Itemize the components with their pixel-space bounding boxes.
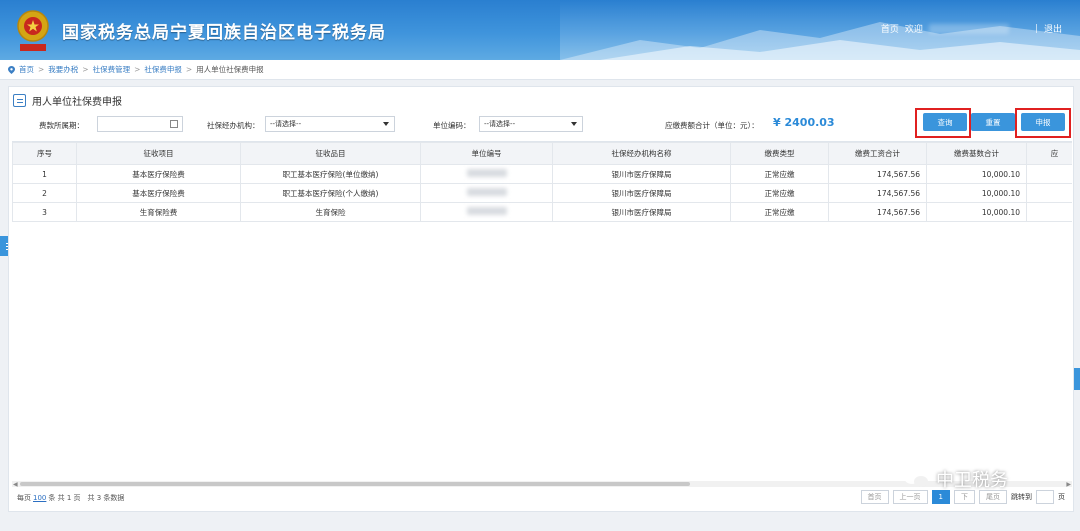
pagination: 首页 上一页 1 下 尾页 跳转到 页 — [860, 490, 1065, 504]
next-page-button[interactable]: 下 — [954, 490, 975, 504]
logout-link[interactable]: 退出 — [1044, 22, 1062, 35]
cell-index: 2 — [12, 183, 77, 203]
table-row[interactable]: 1 基本医疗保险费 职工基本医疗保险(单位缴纳) 银川市医疗保障局 正常应缴 1… — [12, 164, 1072, 184]
cell-base-total: 10,000.10 — [926, 164, 1027, 184]
col-payment-type: 缴费类型 — [730, 142, 829, 165]
site-title: 国家税务总局宁夏回族自治区电子税务局 — [62, 23, 386, 43]
breadcrumb-tax[interactable]: 我要办税 — [48, 64, 78, 75]
cell-agency-name: 银川市医疗保障局 — [552, 202, 731, 222]
cell-unit-number — [420, 164, 553, 184]
wechat-watermark: 中卫税务 — [904, 466, 1008, 492]
cell-truncated — [1026, 164, 1072, 184]
cell-levy-item: 基本医疗保险费 — [76, 164, 241, 184]
cell-wage-total: 174,567.56 — [828, 183, 927, 203]
redacted-value — [466, 207, 507, 215]
chevron-down-icon — [383, 122, 389, 126]
document-icon — [13, 94, 26, 107]
page-summary: 条 共 1 页 共 3 条数据 — [48, 494, 125, 502]
per-page-prefix: 每页 — [17, 494, 31, 502]
reset-button[interactable]: 重置 — [971, 113, 1015, 131]
col-index: 序号 — [12, 142, 77, 165]
site-header: 国家税务总局宁夏回族自治区电子税务局 首页 欢迎 | 退出 — [0, 0, 1080, 60]
watermark-text: 中卫税务 — [936, 470, 1008, 491]
declaration-table: 序号 征收项目 征收品目 单位编号 社保经办机构名称 缴费类型 缴费工资合计 缴… — [12, 141, 1072, 481]
cell-index: 1 — [12, 164, 77, 184]
redacted-value — [466, 169, 507, 177]
cell-unit-number — [420, 183, 553, 203]
cell-wage-total: 174,567.56 — [828, 202, 927, 222]
cell-base-total: 10,000.10 — [926, 202, 1027, 222]
period-label: 费款所属期： — [39, 121, 84, 130]
calendar-icon[interactable] — [170, 120, 178, 128]
col-unit-number: 单位编号 — [420, 142, 553, 165]
scrollbar-thumb[interactable] — [20, 482, 690, 486]
cell-truncated — [1026, 202, 1072, 222]
cell-levy-category: 职工基本医疗保险(单位缴纳) — [240, 164, 421, 184]
agency-label: 社保经办机构： — [207, 121, 260, 130]
total-value: ¥ 2400.03 — [773, 116, 835, 129]
user-name — [928, 23, 1009, 34]
page-unit-label: 页 — [1058, 493, 1065, 501]
breadcrumb-home[interactable]: 首页 — [19, 64, 34, 75]
unit-code-select-value: --请选择-- — [484, 120, 516, 128]
welcome-text: 欢迎 — [904, 25, 923, 35]
total-label: 应缴费额合计（单位：元）： — [665, 121, 759, 130]
cell-truncated — [1026, 183, 1072, 203]
chevron-down-icon — [571, 122, 577, 126]
emblem-icon — [17, 10, 49, 51]
table-footer: 每页 100 条 共 1 页 共 3 条数据 — [17, 493, 124, 503]
cell-levy-item: 基本医疗保险费 — [76, 183, 241, 203]
col-levy-category: 征收品目 — [240, 142, 421, 165]
period-input[interactable] — [97, 116, 183, 132]
scroll-left-icon[interactable]: ◀ — [13, 481, 18, 488]
current-page-button[interactable]: 1 — [931, 490, 950, 504]
scroll-right-icon[interactable]: ▶ — [1066, 481, 1071, 488]
cell-unit-number — [420, 202, 553, 222]
header-links: 首页 欢迎 | 退出 — [881, 22, 1062, 35]
main-panel: 用人单位社保费申报 费款所属期： 社保经办机构： --请选择-- 单位编码： -… — [8, 86, 1074, 512]
cell-index: 3 — [12, 202, 77, 222]
goto-label: 跳转到 — [1011, 493, 1032, 501]
location-pin-icon — [8, 65, 15, 74]
cell-levy-item: 生育保险费 — [76, 202, 241, 222]
cell-payment-type: 正常应缴 — [730, 164, 829, 184]
cell-payment-type: 正常应缴 — [730, 202, 829, 222]
per-page-select[interactable]: 100 — [33, 494, 46, 502]
breadcrumb-current: 用人单位社保费申报 — [196, 65, 264, 74]
col-truncated: 应 — [1026, 142, 1072, 165]
breadcrumb: 首页 > 我要办税 > 社保费管理 > 社保费申报 > 用人单位社保费申报 — [0, 60, 1080, 80]
cell-payment-type: 正常应缴 — [730, 183, 829, 203]
declare-highlight-box — [1015, 108, 1071, 138]
agency-select[interactable]: --请选择-- — [265, 116, 395, 132]
cell-wage-total: 174,567.56 — [828, 164, 927, 184]
panel-title-text: 用人单位社保费申报 — [32, 97, 122, 108]
col-base-total: 缴费基数合计 — [926, 142, 1027, 165]
first-page-button[interactable]: 首页 — [860, 490, 889, 504]
col-levy-item: 征收项目 — [76, 142, 241, 165]
table-header-row: 序号 征收项目 征收品目 单位编号 社保经办机构名称 缴费类型 缴费工资合计 缴… — [12, 142, 1072, 165]
cell-base-total: 10,000.10 — [926, 183, 1027, 203]
home-link[interactable]: 首页 — [881, 22, 899, 35]
unit-code-label: 单位编码： — [433, 121, 471, 130]
last-page-button[interactable]: 尾页 — [979, 490, 1007, 504]
separator: | — [1034, 23, 1038, 34]
cell-agency-name: 银川市医疗保障局 — [552, 183, 731, 203]
panel-title: 用人单位社保费申报 — [13, 93, 122, 108]
breadcrumb-social-insurance[interactable]: 社保费管理 — [93, 64, 131, 75]
table-row[interactable]: 2 基本医疗保险费 职工基本医疗保险(个人缴纳) 银川市医疗保障局 正常应缴 1… — [12, 183, 1072, 203]
table-row[interactable]: 3 生育保险费 生育保险 银川市医疗保障局 正常应缴 174,567.56 10… — [12, 202, 1072, 222]
prev-page-button[interactable]: 上一页 — [892, 490, 928, 504]
breadcrumb-declaration[interactable]: 社保费申报 — [144, 64, 182, 75]
cell-levy-category: 职工基本医疗保险(个人缴纳) — [240, 183, 421, 203]
unit-code-select[interactable]: --请选择-- — [479, 116, 583, 132]
wechat-icon — [904, 469, 930, 489]
goto-page-input[interactable] — [1036, 490, 1054, 504]
cell-agency-name: 银川市医疗保障局 — [552, 164, 731, 184]
cell-levy-category: 生育保险 — [240, 202, 421, 222]
col-agency-name: 社保经办机构名称 — [552, 142, 731, 165]
query-highlight-box — [915, 108, 971, 138]
agency-select-value: --请选择-- — [270, 120, 302, 128]
redacted-value — [466, 188, 507, 196]
col-wage-total: 缴费工资合计 — [828, 142, 927, 165]
